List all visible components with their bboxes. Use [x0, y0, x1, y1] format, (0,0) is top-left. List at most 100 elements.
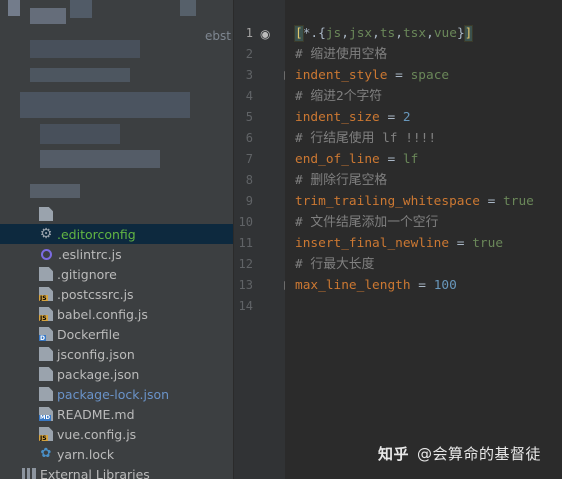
- eye-icon[interactable]: ◉: [260, 27, 274, 41]
- tree-item[interactable]: [0, 204, 233, 224]
- code-token-val: true: [503, 194, 534, 209]
- tree-item[interactable]: README.md: [0, 404, 233, 424]
- tree-item-external-libraries[interactable]: External Libraries: [0, 464, 233, 479]
- line-number: 7: [245, 152, 253, 166]
- line-number: 14: [238, 299, 253, 313]
- json-file-icon: [39, 367, 53, 381]
- obscured-region: [180, 0, 196, 16]
- code-token-comment: # 文件结尾添加一个空行: [295, 215, 439, 230]
- code-token-comment: # 删除行尾空格: [295, 173, 388, 188]
- code-line[interactable]: insert_final_newline = true: [295, 233, 503, 254]
- code-token-comment: # 行最大长度: [295, 257, 375, 272]
- obscured-region: [8, 0, 20, 16]
- code-token-val: ts: [379, 26, 396, 41]
- line-number: 9: [245, 194, 253, 208]
- gear-icon: ⚙: [39, 226, 53, 242]
- code-token-key: max_line_length: [295, 278, 411, 293]
- code-token-plain: ,: [341, 26, 349, 41]
- tree-item-label: package.json: [57, 366, 140, 382]
- code-token-val: js: [325, 26, 342, 41]
- tree-item-label: .eslintrc.js: [58, 246, 122, 262]
- js-file-icon: [39, 287, 53, 301]
- js-file-icon: [39, 307, 53, 321]
- obscured-region: [20, 92, 190, 118]
- json-file-icon: [39, 387, 53, 401]
- code-token-bracket: [: [294, 25, 304, 42]
- tree-item-label: jsconfig.json: [57, 346, 135, 362]
- code-token-plain: =: [379, 152, 403, 167]
- code-token-bracket: ]: [463, 25, 474, 42]
- tree-item[interactable]: .gitignore: [0, 264, 233, 284]
- code-token-plain: =: [479, 194, 504, 209]
- code-line[interactable]: # 删除行尾空格: [295, 170, 387, 191]
- code-line[interactable]: indent_size = 2: [295, 107, 411, 128]
- code-token-plain: ,: [426, 26, 434, 41]
- obscured-region: [30, 40, 140, 58]
- tree-item[interactable]: Dockerfile: [0, 324, 233, 344]
- tree-item-label: README.md: [57, 406, 135, 422]
- code-token-comment: # 缩进2个字符: [295, 89, 383, 104]
- line-number: 1: [245, 26, 253, 40]
- tree-item[interactable]: ✿ yarn.lock: [0, 444, 233, 464]
- code-line[interactable]: # 缩进2个字符: [295, 86, 382, 107]
- library-icon: [22, 468, 36, 479]
- line-number: 4: [245, 89, 253, 103]
- line-number: 10: [238, 215, 253, 229]
- tree-item[interactable]: vue.config.js: [0, 424, 233, 444]
- obscured-region: [30, 68, 130, 82]
- code-line[interactable]: trim_trailing_whitespace = true: [295, 191, 534, 212]
- code-token-plain: ,: [395, 26, 403, 41]
- tree-item[interactable]: ⚙ .editorconfig: [0, 224, 233, 244]
- docker-file-icon: [39, 327, 53, 341]
- code-token-val: tsx: [402, 26, 427, 41]
- code-token-plain: =: [410, 278, 434, 293]
- code-token-key: end_of_line: [295, 152, 380, 167]
- code-token-key: indent_size: [295, 110, 380, 125]
- json-file-icon: [39, 347, 53, 361]
- zhihu-logo: 知乎: [378, 445, 410, 463]
- obscured-region: [30, 8, 66, 24]
- code-token-plain: =: [379, 110, 403, 125]
- code-line[interactable]: # 缩进使用空格: [295, 44, 387, 65]
- watermark: 知乎 @会算命的基督徒: [378, 443, 541, 464]
- tree-item-label: External Libraries: [40, 466, 150, 479]
- code-token-val: lf: [402, 152, 419, 167]
- line-number: 3: [245, 68, 253, 82]
- line-number: 2: [245, 47, 253, 61]
- code-token-val: jsx: [348, 26, 373, 41]
- code-token-val: vue: [433, 26, 457, 41]
- tree-item-label: .postcssrc.js: [57, 286, 134, 302]
- watermark-handle: @会算命的基督徒: [417, 445, 542, 463]
- code-token-num: 100: [433, 278, 457, 293]
- tree-item-label: yarn.lock: [57, 446, 115, 462]
- code-line[interactable]: # 文件结尾添加一个空行: [295, 212, 438, 233]
- code-line[interactable]: max_line_length = 100: [295, 275, 457, 296]
- eslint-icon: [41, 248, 52, 260]
- code-line[interactable]: end_of_line = lf: [295, 149, 418, 170]
- obscured-region: [30, 184, 80, 198]
- code-token-num: 2: [402, 110, 411, 125]
- line-number: 11: [238, 236, 253, 250]
- code-token-key: indent_style: [295, 68, 388, 83]
- tree-item[interactable]: jsconfig.json: [0, 344, 233, 364]
- editor-tab-fragment[interactable]: ebst: [205, 29, 231, 43]
- code-line[interactable]: # 行结尾使用 lf !!!!: [295, 128, 436, 149]
- code-line[interactable]: indent_style = space: [295, 65, 449, 86]
- code-line[interactable]: [*.{js,jsx,ts,tsx,vue}]: [294, 23, 474, 44]
- obscured-region: [70, 0, 92, 18]
- code-token-plain: }: [456, 26, 465, 41]
- code-token-plain: *.{: [302, 26, 326, 41]
- tree-item-label: package-lock.json: [57, 386, 170, 402]
- code-token-key: insert_final_newline: [295, 236, 450, 251]
- code-token-comment: # 行结尾使用 lf !!!!: [295, 131, 437, 146]
- tree-item[interactable]: .eslintrc.js: [0, 244, 233, 264]
- code-line[interactable]: # 行最大长度: [295, 254, 374, 275]
- line-number: 5: [245, 110, 253, 124]
- tree-item[interactable]: package.json: [0, 364, 233, 384]
- tree-item[interactable]: package-lock.json: [0, 384, 233, 404]
- tree-item[interactable]: babel.config.js: [0, 304, 233, 324]
- tree-item-label: vue.config.js: [57, 426, 137, 442]
- obscured-region: [40, 124, 120, 144]
- tree-item[interactable]: .postcssrc.js: [0, 284, 233, 304]
- code-token-val: true: [472, 236, 504, 251]
